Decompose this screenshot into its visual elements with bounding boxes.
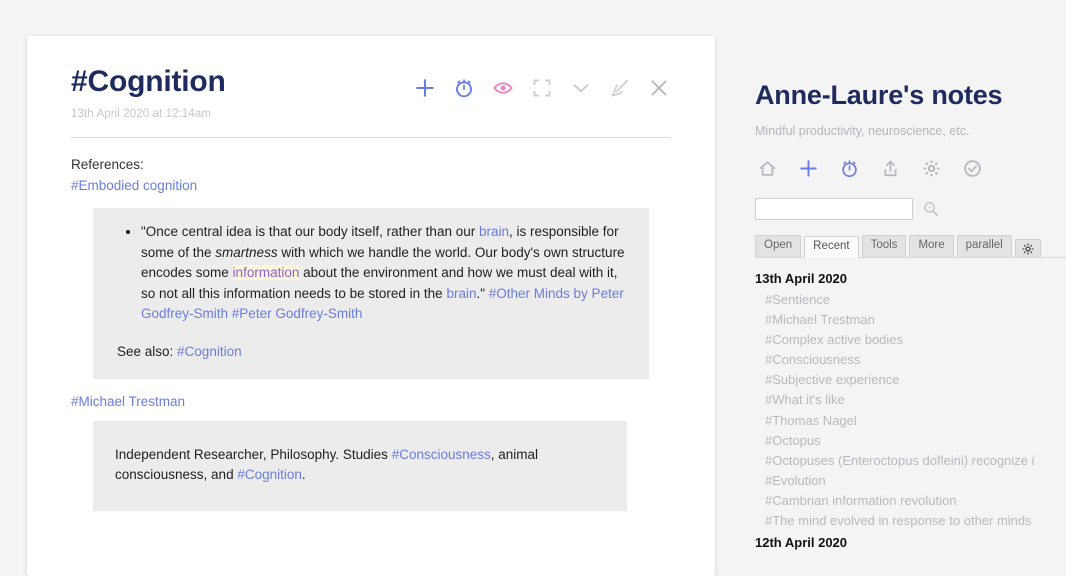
see-also-line: See also: #Cognition bbox=[117, 342, 625, 363]
chevron-down-icon[interactable] bbox=[569, 76, 593, 100]
sidebar-title: Anne-Laure's notes bbox=[755, 80, 1003, 110]
list-item[interactable]: #Evolution bbox=[755, 471, 1066, 491]
gear-icon[interactable] bbox=[919, 156, 943, 180]
add-icon[interactable] bbox=[796, 156, 820, 180]
cognition-link[interactable]: #Cognition bbox=[237, 467, 302, 482]
alarm-icon[interactable] bbox=[837, 156, 861, 180]
tab-recent[interactable]: Recent bbox=[804, 236, 859, 258]
recent-list: 13th April 2020 #Sentience #Michael Tres… bbox=[755, 269, 1066, 553]
check-circle-icon[interactable] bbox=[960, 156, 984, 180]
michael-trestman-link[interactable]: #Michael Trestman bbox=[71, 394, 185, 409]
quote-emphasis: smartness bbox=[215, 244, 278, 260]
information-highlight[interactable]: information bbox=[232, 265, 300, 281]
list-item[interactable]: #Cambrian information revolution bbox=[755, 491, 1066, 511]
list-item[interactable]: #Sentience bbox=[755, 290, 1066, 310]
expand-icon[interactable] bbox=[530, 76, 554, 100]
eye-icon[interactable] bbox=[491, 76, 515, 100]
date-group-header: 13th April 2020 bbox=[755, 270, 848, 286]
app-root: #Cognition 13th April 2020 at 12:14am Re… bbox=[0, 0, 1066, 576]
note-title-group: #Cognition 13th April 2020 at 12:14am bbox=[71, 64, 226, 120]
search-icon[interactable] bbox=[922, 200, 940, 218]
references-section: References: #Embodied cognition bbox=[71, 155, 671, 196]
page-title: #Cognition bbox=[71, 65, 226, 98]
bio-part-3: . bbox=[301, 466, 306, 482]
sidebar: Anne-Laure's notes Mindful productivity,… bbox=[755, 0, 1066, 553]
alarm-icon[interactable] bbox=[452, 76, 476, 100]
sidebar-toolbar bbox=[755, 156, 1066, 180]
list-item[interactable]: #Octopuses (Enteroctopus dofleini) recog… bbox=[755, 451, 1066, 471]
quote-block: "Once central idea is that our body itse… bbox=[93, 208, 649, 379]
date-group-header: 12th April 2020 bbox=[755, 535, 848, 551]
tabs-gear-icon[interactable] bbox=[1014, 238, 1041, 257]
sidebar-tabs: Open Recent Tools More parallel bbox=[755, 235, 1066, 258]
quote-part-5: ." bbox=[476, 285, 489, 301]
quote-list-item: "Once central idea is that our body itse… bbox=[141, 222, 625, 325]
share-icon[interactable] bbox=[878, 156, 902, 180]
reference-link[interactable]: #Embodied cognition bbox=[71, 176, 671, 197]
brain-link-2[interactable]: brain bbox=[446, 286, 476, 301]
header-divider bbox=[71, 137, 671, 139]
tab-open[interactable]: Open bbox=[755, 235, 802, 257]
note-header: #Cognition 13th April 2020 at 12:14am bbox=[71, 64, 671, 120]
see-also-link[interactable]: #Cognition bbox=[177, 344, 242, 359]
search-input[interactable] bbox=[755, 198, 913, 220]
peter-godfrey-smith-link[interactable]: #Peter Godfrey-Smith bbox=[232, 306, 363, 321]
references-label: References: bbox=[71, 157, 144, 173]
quote-part-1: "Once central idea is that our body itse… bbox=[141, 224, 479, 240]
tab-tools[interactable]: Tools bbox=[861, 235, 907, 257]
list-item[interactable]: #What it's like bbox=[755, 390, 1066, 410]
tab-more[interactable]: More bbox=[909, 235, 954, 257]
list-item[interactable]: #Michael Trestman bbox=[755, 310, 1066, 330]
close-icon[interactable] bbox=[647, 76, 671, 100]
brain-link-1[interactable]: brain bbox=[479, 224, 509, 239]
see-also-label: See also: bbox=[117, 344, 178, 359]
list-item[interactable]: #Complex active bodies bbox=[755, 330, 1066, 350]
note-toolbar bbox=[413, 64, 671, 100]
list-item[interactable]: #Consciousness bbox=[755, 350, 1066, 370]
list-item[interactable]: #Subjective experience bbox=[755, 370, 1066, 390]
trestman-tag-line: #Michael Trestman bbox=[71, 394, 671, 409]
note-timestamp: 13th April 2020 at 12:14am bbox=[71, 108, 212, 121]
sidebar-search-row bbox=[755, 198, 1066, 220]
list-item[interactable]: #Octopus bbox=[755, 431, 1066, 451]
list-item[interactable]: #The mind evolved in response to other m… bbox=[755, 511, 1066, 531]
consciousness-link[interactable]: #Consciousness bbox=[392, 447, 491, 462]
pencil-icon[interactable] bbox=[608, 76, 632, 100]
quote-list: "Once central idea is that our body itse… bbox=[117, 222, 625, 325]
bio-part-1: Independent Researcher, Philosophy. Stud… bbox=[115, 446, 392, 462]
note-content: #Cognition 13th April 2020 at 12:14am Re… bbox=[27, 36, 715, 512]
add-icon[interactable] bbox=[413, 76, 437, 100]
bio-block: Independent Researcher, Philosophy. Stud… bbox=[93, 420, 627, 512]
sidebar-subtitle: Mindful productivity, neuroscience, etc. bbox=[755, 124, 970, 138]
list-item[interactable]: #Thomas Nagel bbox=[755, 411, 1066, 431]
home-icon[interactable] bbox=[755, 156, 779, 180]
tab-parallel[interactable]: parallel bbox=[956, 235, 1012, 257]
note-card: #Cognition 13th April 2020 at 12:14am Re… bbox=[27, 36, 715, 576]
